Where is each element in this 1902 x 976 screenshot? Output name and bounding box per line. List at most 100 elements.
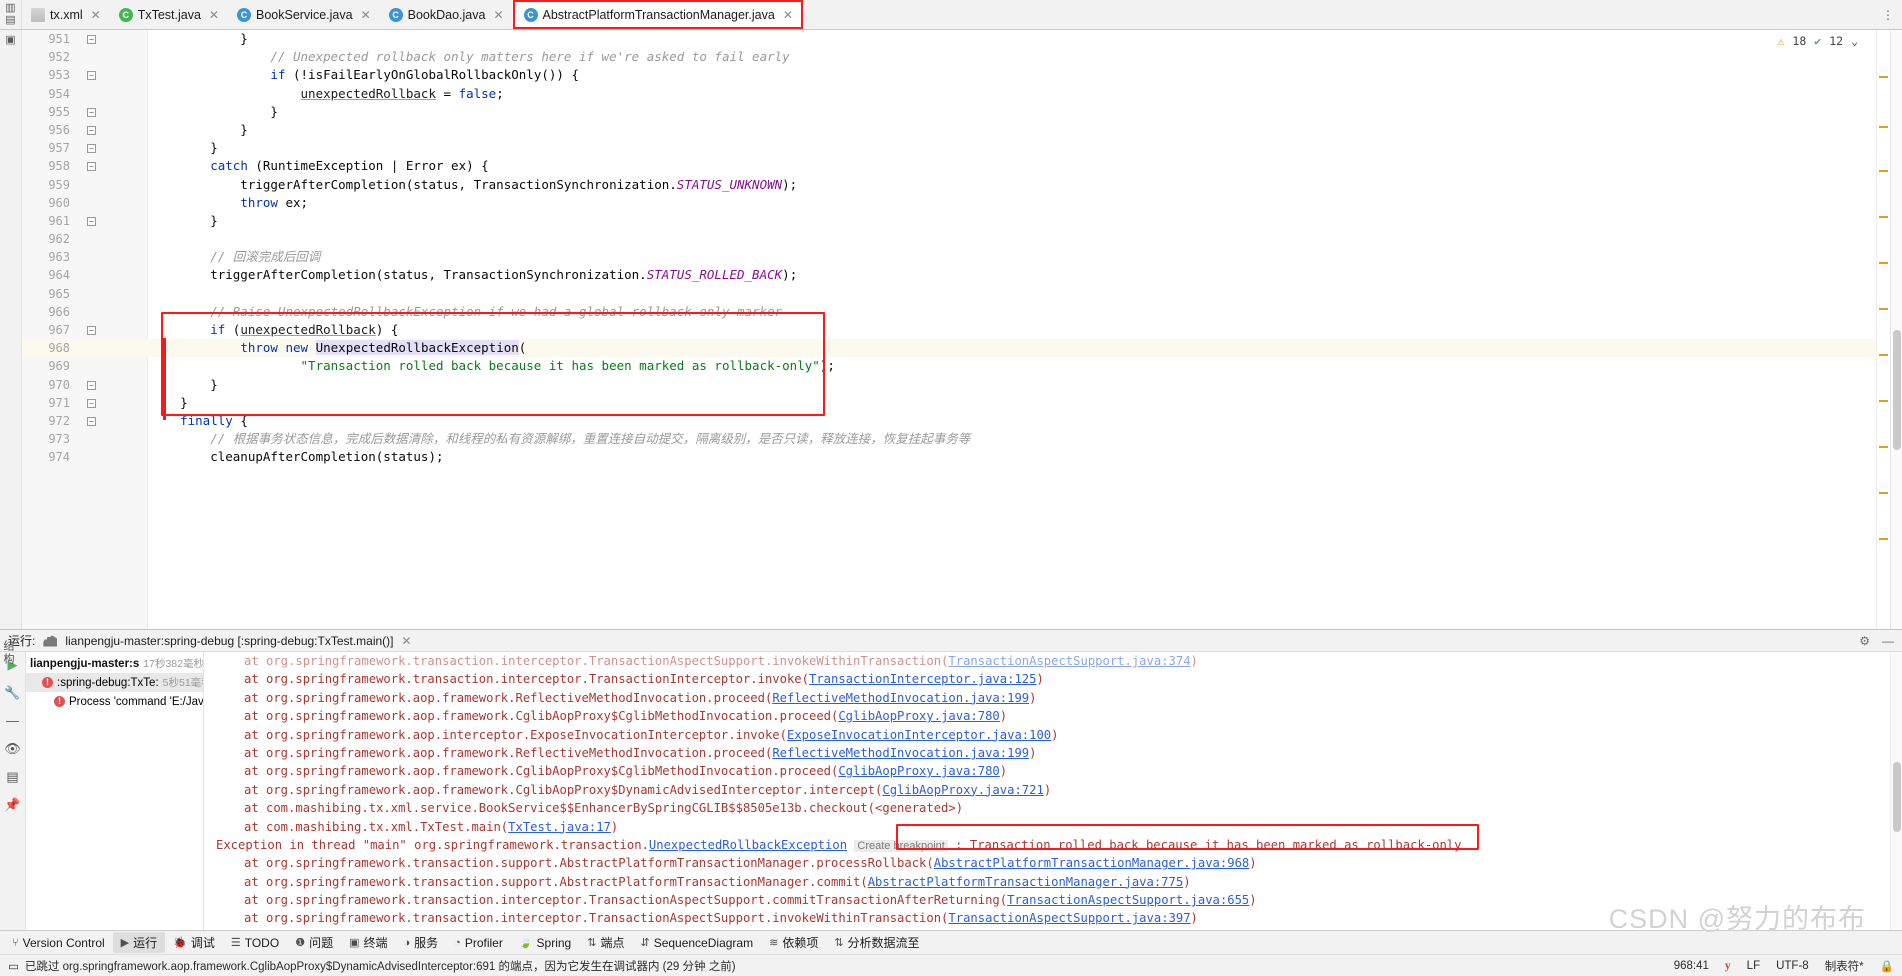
stacktrace-link[interactable]: TransactionAspectSupport.java:397: [948, 911, 1190, 925]
inspection-summary[interactable]: ⚠ 18 ✔ 12 ⌄: [1777, 34, 1858, 48]
editor-tab-3[interactable]: C BookDao.java ✕: [379, 0, 513, 29]
tool-window-button-10[interactable]: ⇵ SequenceDiagram: [632, 934, 761, 952]
tool-window-button-8[interactable]: 🍃 Spring: [511, 934, 579, 952]
create-breakpoint-link[interactable]: Create breakpoint: [854, 839, 948, 852]
tool-window-button-0[interactable]: ⑂ Version Control: [4, 934, 113, 952]
stacktrace-link[interactable]: ExposeInvocationInterceptor.java:100: [787, 728, 1051, 742]
editor-tab-2[interactable]: C BookService.java ✕: [227, 0, 380, 29]
editor-tab-1[interactable]: C TxTest.java ✕: [109, 0, 228, 29]
yapi-icon[interactable]: y: [1725, 960, 1731, 972]
stacktrace-link[interactable]: CglibAopProxy.java:780: [838, 764, 999, 778]
fold-column[interactable]: [78, 48, 108, 66]
stacktrace-link[interactable]: CglibAopProxy.java:721: [882, 783, 1043, 797]
run-tree-item[interactable]: ! Process 'command 'E:/Java: [26, 692, 203, 711]
fold-collapse-icon[interactable]: −: [87, 144, 96, 154]
fold-expand-icon[interactable]: −: [87, 162, 96, 172]
project-icon[interactable]: ▣: [5, 34, 15, 46]
pin-icon[interactable]: 📌: [4, 798, 20, 812]
fold-collapse-icon[interactable]: −: [87, 216, 96, 226]
structure-icon[interactable]: ▥: [5, 2, 15, 14]
stacktrace-link[interactable]: ReflectiveMethodInvocation.java:199: [772, 691, 1029, 705]
fold-column[interactable]: −: [78, 412, 108, 430]
tool-window-button-9[interactable]: ⇅ 端点: [579, 932, 632, 953]
tab-close-icon[interactable]: ✕: [209, 8, 219, 22]
fold-column[interactable]: [78, 248, 108, 266]
console-scroll-thumb[interactable]: [1893, 762, 1901, 832]
fold-column[interactable]: [78, 176, 108, 194]
fold-column[interactable]: [78, 194, 108, 212]
stacktrace-link[interactable]: AbstractPlatformTransactionManager.java:…: [934, 856, 1250, 870]
inspection-chevron-icon[interactable]: ⌄: [1851, 34, 1858, 48]
fold-collapse-icon[interactable]: −: [87, 398, 96, 408]
fold-column[interactable]: [78, 448, 108, 466]
fold-collapse-icon[interactable]: −: [87, 35, 96, 44]
fold-column[interactable]: [78, 285, 108, 303]
fold-column[interactable]: [78, 303, 108, 321]
run-tree-item[interactable]: lianpengju-master:s 17秒382毫秒: [26, 654, 203, 673]
fold-column[interactable]: [78, 266, 108, 284]
console-output[interactable]: at org.springframework.transaction.inter…: [204, 652, 1902, 930]
fold-expand-icon[interactable]: −: [87, 71, 96, 81]
stacktrace-link[interactable]: CglibAopProxy.java:780: [838, 709, 999, 723]
settings-gear-icon[interactable]: ⚙: [1859, 634, 1870, 648]
layout-icon[interactable]: ▤: [6, 770, 18, 784]
tool-window-button-6[interactable]: ◑ 服务: [396, 932, 447, 953]
fold-column[interactable]: −: [78, 139, 108, 157]
caret-position[interactable]: 968:41: [1674, 960, 1709, 972]
indent-setting[interactable]: 制表符*: [1825, 958, 1864, 974]
run-configuration-name[interactable]: lianpengju-master:spring-debug [:spring-…: [65, 634, 393, 648]
tool-window-button-2[interactable]: 🐞 调试: [165, 932, 223, 953]
fold-column[interactable]: −: [78, 103, 108, 121]
tool-window-button-11[interactable]: ≋ 依赖项: [761, 932, 826, 953]
tool-window-button-7[interactable]: ◔ Profiler: [446, 934, 511, 952]
tab-list-icon[interactable]: ⋮: [1882, 8, 1894, 22]
fold-column[interactable]: −: [78, 121, 108, 139]
stacktrace-link[interactable]: TransactionAspectSupport.java:655: [1007, 893, 1249, 907]
hide-icon[interactable]: —: [1882, 634, 1894, 648]
tool-window-button-4[interactable]: ❶ 问题: [287, 932, 341, 953]
console-scrollbar[interactable]: [1890, 652, 1902, 930]
tool-window-button-12[interactable]: ⇅ 分析数据流至: [826, 932, 927, 953]
wrench-icon[interactable]: 🔧: [4, 686, 20, 700]
close-icon[interactable]: ✕: [402, 634, 412, 648]
lock-icon[interactable]: 🔒: [1880, 959, 1894, 973]
stacktrace-link[interactable]: UnexpectedRollbackException: [649, 838, 847, 852]
editor-marker-strip[interactable]: [1876, 30, 1890, 629]
line-separator[interactable]: LF: [1747, 960, 1760, 972]
fold-collapse-icon[interactable]: −: [87, 380, 96, 390]
fold-expand-icon[interactable]: −: [87, 416, 96, 426]
tool-window-button-5[interactable]: ▣ 终端: [341, 932, 395, 953]
fold-column[interactable]: [78, 430, 108, 448]
tool-window-button-3[interactable]: ☰ TODO: [223, 934, 287, 952]
fold-collapse-icon[interactable]: −: [87, 107, 96, 117]
stacktrace-link[interactable]: TransactionInterceptor.java:125: [809, 672, 1036, 686]
fold-column[interactable]: −: [78, 66, 108, 84]
fold-column[interactable]: −: [78, 30, 108, 48]
tab-close-icon[interactable]: ✕: [91, 8, 101, 22]
fold-collapse-icon[interactable]: −: [87, 125, 96, 135]
tab-close-icon[interactable]: ✕: [493, 8, 503, 22]
fold-column[interactable]: [78, 230, 108, 248]
tab-close-icon[interactable]: ✕: [783, 8, 793, 22]
editor-scroll-thumb[interactable]: [1893, 330, 1901, 450]
editor-scrollbar[interactable]: [1890, 30, 1902, 629]
fold-column[interactable]: −: [78, 212, 108, 230]
stacktrace-link[interactable]: TxTest.java:17: [508, 820, 611, 834]
fold-expand-icon[interactable]: −: [87, 326, 96, 335]
stacktrace-link[interactable]: ReflectiveMethodInvocation.java:199: [772, 746, 1029, 760]
fold-column[interactable]: [78, 357, 108, 375]
stacktrace-link[interactable]: TransactionAspectSupport.java:374: [948, 654, 1190, 668]
fold-column[interactable]: −: [78, 321, 108, 339]
run-results-tree[interactable]: lianpengju-master:s 17秒382毫秒!:spring-deb…: [26, 652, 204, 930]
fold-column[interactable]: −: [78, 376, 108, 394]
tool-window-button-1[interactable]: ▶ 运行: [112, 932, 166, 953]
fold-column[interactable]: −: [78, 394, 108, 412]
eye-icon[interactable]: 👁: [4, 742, 21, 756]
editor-tab-4[interactable]: C AbstractPlatformTransactionManager.java…: [512, 0, 803, 29]
tab-close-icon[interactable]: ✕: [361, 8, 371, 22]
bookmarks-icon[interactable]: ▤: [5, 14, 15, 26]
stacktrace-link[interactable]: AbstractPlatformTransactionManager.java:…: [868, 875, 1184, 889]
fold-column[interactable]: [78, 85, 108, 103]
editor-tab-0[interactable]: tx.xml ✕: [22, 0, 110, 29]
file-encoding[interactable]: UTF-8: [1776, 960, 1809, 972]
